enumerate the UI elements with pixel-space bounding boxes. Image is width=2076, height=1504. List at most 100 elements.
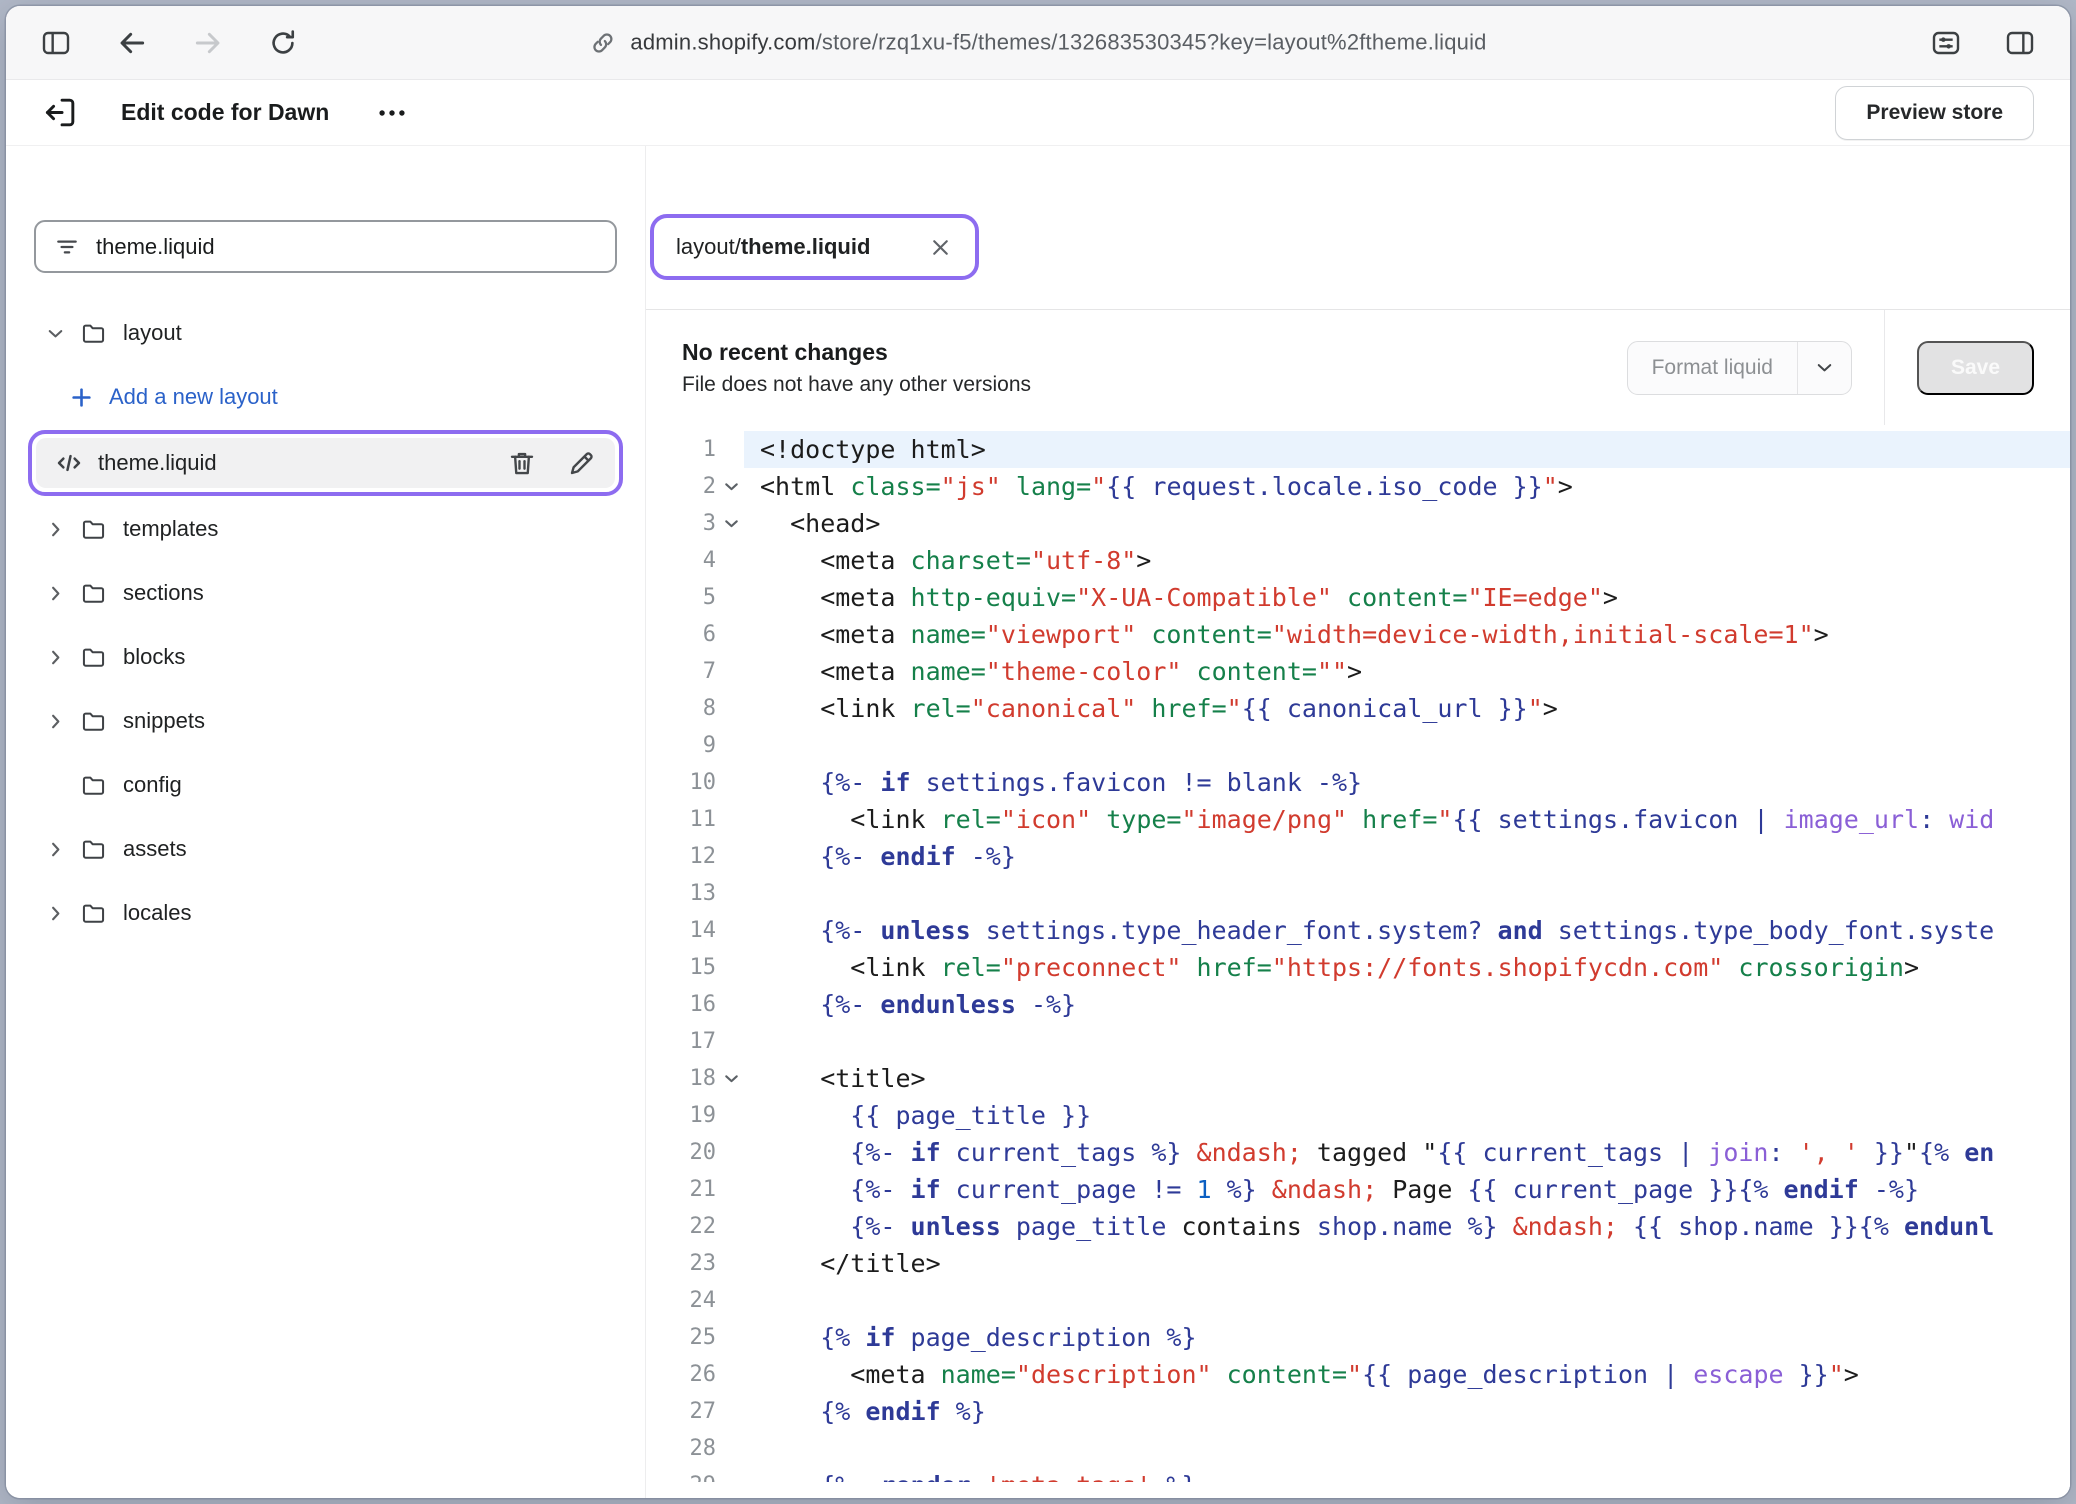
chevron-right-icon[interactable] (44, 582, 70, 605)
side-panel-icon[interactable] (2004, 27, 2036, 59)
code-text[interactable] (744, 875, 2070, 912)
tree-item-blocks[interactable]: blocks (22, 625, 629, 689)
code-line[interactable]: 6 <meta name="viewport" content="width=d… (646, 616, 2070, 653)
code-text[interactable] (744, 1430, 2070, 1467)
code-line[interactable]: 3 <head> (646, 505, 2070, 542)
save-button[interactable]: Save (1917, 341, 2034, 395)
delete-file-icon[interactable] (507, 448, 537, 478)
tree-item-templates[interactable]: templates (22, 497, 629, 561)
code-text[interactable]: </title> (744, 1245, 2070, 1282)
add-new-layout-button[interactable]: Add a new layout (22, 365, 629, 429)
code-line[interactable]: 24 (646, 1282, 2070, 1319)
file-search-input[interactable] (96, 234, 597, 260)
exit-editor-icon[interactable] (42, 94, 79, 131)
code-line[interactable]: 20 {%- if current_tags %} &ndash; tagged… (646, 1134, 2070, 1171)
code-text[interactable]: <head> (744, 505, 2070, 542)
more-actions-icon[interactable] (375, 96, 409, 130)
code-text[interactable]: <link rel="icon" type="image/png" href="… (744, 801, 2070, 838)
preview-store-button[interactable]: Preview store (1835, 86, 2034, 140)
code-line[interactable]: 29 {%- render 'meta-tags' %} (646, 1467, 2070, 1498)
code-line[interactable]: 15 <link rel="preconnect" href="https://… (646, 949, 2070, 986)
sidebar-toggle-icon[interactable] (40, 27, 72, 59)
code-text[interactable]: <meta name="theme-color" content=""> (744, 653, 2070, 690)
chevron-right-icon[interactable] (44, 902, 70, 925)
tree-item-locales[interactable]: locales (22, 881, 629, 945)
code-text[interactable]: {%- render 'meta-tags' %} (744, 1467, 2070, 1498)
code-line[interactable]: 25 {% if page_description %} (646, 1319, 2070, 1356)
code-line[interactable]: 28 (646, 1430, 2070, 1467)
code-line[interactable]: 9 (646, 727, 2070, 764)
code-text[interactable]: {%- unless page_title contains shop.name… (744, 1208, 2070, 1245)
code-line[interactable]: 5 <meta http-equiv="X-UA-Compatible" con… (646, 579, 2070, 616)
chevron-down-icon[interactable] (44, 322, 70, 345)
code-text[interactable]: {% if page_description %} (744, 1319, 2070, 1356)
browser-settings-icon[interactable] (1930, 27, 1962, 59)
tree-item-theme-liquid[interactable]: theme.liquid (36, 438, 615, 488)
fold-toggle-icon[interactable] (721, 1068, 742, 1089)
file-search-box[interactable] (34, 220, 617, 273)
code-line[interactable]: 27 {% endif %} (646, 1393, 2070, 1430)
forward-arrow-icon[interactable] (192, 27, 224, 59)
back-arrow-icon[interactable] (116, 27, 148, 59)
tree-item-config[interactable]: config (22, 753, 629, 817)
code-line[interactable]: 22 {%- unless page_title contains shop.n… (646, 1208, 2070, 1245)
tab-bar: layout/theme.liquid (646, 146, 2070, 310)
code-text[interactable]: <title> (744, 1060, 2070, 1097)
chevron-right-icon[interactable] (44, 838, 70, 861)
code-line[interactable]: 14 {%- unless settings.type_header_font.… (646, 912, 2070, 949)
code-line[interactable]: 7 <meta name="theme-color" content=""> (646, 653, 2070, 690)
address-bar[interactable]: admin.shopify.com/store/rzq1xu-f5/themes… (589, 29, 1486, 56)
code-line[interactable]: 21 {%- if current_page != 1 %} &ndash; P… (646, 1171, 2070, 1208)
code-line[interactable]: 8 <link rel="canonical" href="{{ canonic… (646, 690, 2070, 727)
line-number: 26 (690, 1356, 717, 1393)
format-liquid-button[interactable]: Format liquid (1628, 342, 1797, 394)
code-text[interactable]: <link rel="preconnect" href="https://fon… (744, 949, 2070, 986)
code-text[interactable]: {{ page_title }} (744, 1097, 2070, 1134)
tab-close-icon[interactable] (928, 235, 953, 260)
code-line[interactable]: 26 <meta name="description" content="{{ … (646, 1356, 2070, 1393)
code-line[interactable]: 16 {%- endunless -%} (646, 986, 2070, 1023)
code-line[interactable]: 18 <title> (646, 1060, 2070, 1097)
code-line[interactable]: 17 (646, 1023, 2070, 1060)
code-editor[interactable]: 1<!doctype html>2<html class="js" lang="… (646, 425, 2070, 1498)
tab-layout-theme-liquid[interactable]: layout/theme.liquid (676, 234, 953, 260)
code-text[interactable] (744, 1023, 2070, 1060)
tree-item-assets[interactable]: assets (22, 817, 629, 881)
chevron-right-icon[interactable] (44, 710, 70, 733)
code-line[interactable]: 11 <link rel="icon" type="image/png" hre… (646, 801, 2070, 838)
chevron-right-icon[interactable] (44, 646, 70, 669)
code-line[interactable]: 23 </title> (646, 1245, 2070, 1282)
code-text[interactable]: <meta http-equiv="X-UA-Compatible" conte… (744, 579, 2070, 616)
tree-item-layout[interactable]: layout (22, 301, 629, 365)
code-line[interactable]: 10 {%- if settings.favicon != blank -%} (646, 764, 2070, 801)
code-text[interactable]: {% endif %} (744, 1393, 2070, 1430)
tree-item-snippets[interactable]: snippets (22, 689, 629, 753)
code-text[interactable]: {%- unless settings.type_header_font.sys… (744, 912, 2070, 949)
fold-toggle-icon[interactable] (721, 513, 742, 534)
code-text[interactable]: <html class="js" lang="{{ request.locale… (744, 468, 2070, 505)
code-text[interactable]: <!doctype html> (744, 431, 2070, 468)
code-text[interactable]: {%- endunless -%} (744, 986, 2070, 1023)
code-text[interactable]: {%- endif -%} (744, 838, 2070, 875)
tree-item-sections[interactable]: sections (22, 561, 629, 625)
code-text[interactable] (744, 727, 2070, 764)
code-text[interactable]: <link rel="canonical" href="{{ canonical… (744, 690, 2070, 727)
code-text[interactable]: {%- if current_tags %} &ndash; tagged "{… (744, 1134, 2070, 1171)
code-line[interactable]: 1<!doctype html> (646, 431, 2070, 468)
chevron-right-icon[interactable] (44, 518, 70, 541)
code-text[interactable]: {%- if settings.favicon != blank -%} (744, 764, 2070, 801)
code-line[interactable]: 2<html class="js" lang="{{ request.local… (646, 468, 2070, 505)
fold-toggle-icon[interactable] (721, 476, 742, 497)
format-dropdown-chevron-icon[interactable] (1797, 342, 1851, 394)
code-line[interactable]: 12 {%- endif -%} (646, 838, 2070, 875)
code-text[interactable]: <meta name="viewport" content="width=dev… (744, 616, 2070, 653)
code-line[interactable]: 13 (646, 875, 2070, 912)
code-text[interactable]: <meta name="description" content="{{ pag… (744, 1356, 2070, 1393)
code-line[interactable]: 19 {{ page_title }} (646, 1097, 2070, 1134)
code-line[interactable]: 4 <meta charset="utf-8"> (646, 542, 2070, 579)
code-text[interactable]: <meta charset="utf-8"> (744, 542, 2070, 579)
rename-file-icon[interactable] (567, 448, 597, 478)
code-text[interactable] (744, 1282, 2070, 1319)
reload-icon[interactable] (268, 28, 298, 58)
code-text[interactable]: {%- if current_page != 1 %} &ndash; Page… (744, 1171, 2070, 1208)
